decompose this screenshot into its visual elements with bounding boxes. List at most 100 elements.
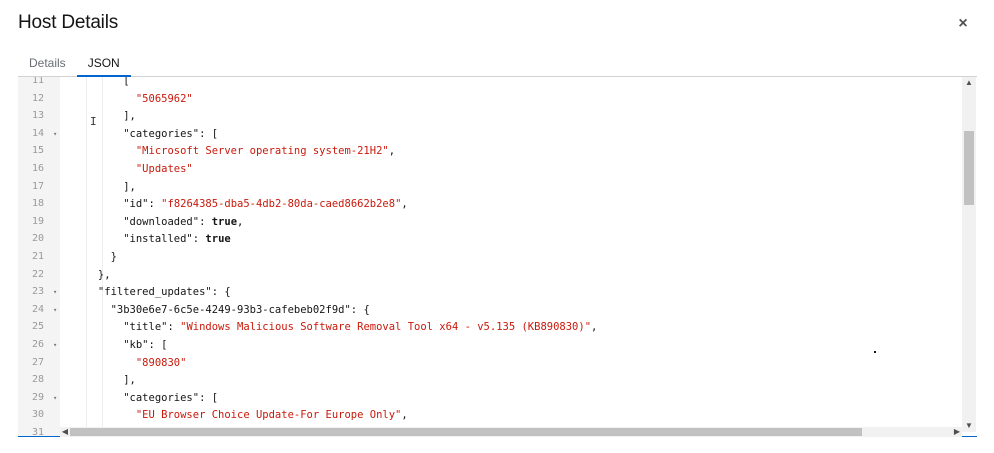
code-line: "title": "Windows Malicious Software Rem… bbox=[60, 318, 965, 336]
code-line: "filtered_updates": { bbox=[60, 283, 965, 301]
line-number: 11 bbox=[32, 77, 45, 86]
fold-toggle-icon[interactable]: ▾ bbox=[53, 389, 57, 407]
code-line: [ bbox=[60, 77, 965, 90]
punctuation-token: : bbox=[199, 215, 212, 228]
line-number: 29 ▾ bbox=[18, 389, 60, 407]
scroll-right-icon[interactable]: ▶ bbox=[952, 427, 962, 437]
key-token: "categories" bbox=[60, 391, 200, 404]
fold-toggle-icon[interactable]: ▾ bbox=[53, 336, 57, 354]
code-line: "installed": true bbox=[60, 230, 965, 248]
punctuation-token: : bbox=[167, 321, 181, 334]
string-token: "890830" bbox=[60, 356, 187, 369]
code-line: "3b30e6e7-6c5e-4249-93b3-cafebeb02f9d": … bbox=[60, 301, 965, 319]
fold-toggle-icon[interactable]: ▾ bbox=[53, 283, 57, 301]
line-number: 23 ▾ bbox=[18, 283, 60, 301]
punctuation-token: , bbox=[237, 215, 244, 228]
string-token: "EU Browser Choice Update-For Europe Onl… bbox=[60, 409, 402, 422]
line-number: 12 bbox=[32, 92, 45, 104]
code-line: "kb": [ bbox=[60, 336, 965, 354]
punctuation-token: : bbox=[192, 233, 206, 246]
punctuation-token: ], bbox=[60, 374, 136, 387]
code-line: "categories": [ bbox=[60, 389, 965, 407]
punctuation-token: ], bbox=[60, 110, 136, 123]
key-token: "3b30e6e7-6c5e-4249-93b3-cafebeb02f9d" bbox=[60, 303, 351, 316]
key-token: "installed" bbox=[60, 233, 193, 246]
scroll-up-icon[interactable]: ▲ bbox=[962, 77, 976, 89]
line-number: 31 bbox=[32, 427, 45, 437]
line-number: 26 ▾ bbox=[18, 336, 60, 354]
key-token: "kb" bbox=[60, 339, 149, 351]
code-line: ], bbox=[60, 107, 965, 125]
punctuation-token: : { bbox=[350, 303, 370, 316]
horizontal-scrollbar[interactable]: ◀ ▶ bbox=[60, 427, 962, 437]
text-cursor-icon: I bbox=[90, 115, 97, 128]
line-number: 30 bbox=[32, 409, 45, 421]
string-token: "5065962" bbox=[60, 92, 193, 105]
punctuation-token: : [ bbox=[199, 391, 219, 404]
line-number: 19 bbox=[32, 215, 45, 227]
line-number: 16 bbox=[32, 163, 45, 174]
tab-json[interactable]: JSON bbox=[76, 52, 131, 78]
punctuation-token: : [ bbox=[199, 127, 219, 140]
code-line: "5065962" bbox=[60, 90, 965, 108]
tab-bar: Details JSON bbox=[18, 52, 977, 78]
vertical-scroll-thumb[interactable] bbox=[964, 131, 974, 205]
punctuation-token: , bbox=[401, 198, 408, 211]
code-line: ], bbox=[60, 371, 965, 389]
stray-dot bbox=[874, 351, 876, 353]
code-content[interactable]: [ "5065962" ], "categories": [ "Microsof… bbox=[60, 77, 965, 436]
string-token: "Microsoft Server operating system-21H2" bbox=[60, 145, 389, 158]
line-number: 15 bbox=[32, 145, 45, 157]
boolean-token: true bbox=[205, 233, 231, 246]
key-token: "filtered_updates" bbox=[60, 286, 212, 299]
punctuation-token: : [ bbox=[148, 339, 168, 351]
line-number: 21 bbox=[32, 251, 45, 262]
line-number: 20 bbox=[32, 233, 45, 245]
key-token: "id" bbox=[60, 198, 149, 211]
json-code-editor[interactable]: 11 12 13 14 ▾ 15 16 17 18 19 20 21 22 23 ▾ 24 ▾ 25 26 ▾ 27 28… bbox=[18, 77, 977, 437]
punctuation-token: : bbox=[148, 198, 162, 211]
punctuation-token: ], bbox=[60, 180, 136, 193]
line-number: 24 ▾ bbox=[18, 301, 60, 319]
string-token: "f8264385-dba5-4db2-80da-caed8662b2e8" bbox=[161, 198, 402, 211]
punctuation-token: , bbox=[388, 145, 396, 158]
code-line: "Updates" bbox=[60, 160, 965, 178]
boolean-token: true bbox=[211, 215, 238, 228]
punctuation-token: : { bbox=[211, 286, 231, 299]
code-line: ], bbox=[60, 178, 965, 196]
vertical-scrollbar[interactable]: ▲ ▼ bbox=[962, 77, 976, 432]
fold-toggle-icon[interactable]: ▾ bbox=[53, 301, 57, 319]
punctuation-token: }, bbox=[60, 268, 111, 281]
line-number: 18 bbox=[32, 198, 45, 210]
tab-details[interactable]: Details bbox=[18, 52, 77, 77]
line-number: 25 bbox=[32, 321, 45, 333]
key-token: "title" bbox=[60, 321, 168, 334]
scroll-left-icon[interactable]: ◀ bbox=[60, 427, 70, 437]
string-token: "Updates" bbox=[60, 163, 193, 175]
code-line: "890830" bbox=[60, 354, 965, 372]
line-number: 28 bbox=[32, 374, 45, 386]
punctuation-token: [ bbox=[60, 77, 130, 87]
code-line: "EU Browser Choice Update-For Europe Onl… bbox=[60, 406, 965, 424]
code-line: }, bbox=[60, 266, 965, 284]
key-token: "categories" bbox=[60, 127, 200, 140]
code-line: "downloaded": true, bbox=[60, 213, 965, 231]
scroll-down-icon[interactable]: ▼ bbox=[962, 420, 976, 432]
string-token: "Windows Malicious Software Removal Tool… bbox=[180, 321, 592, 334]
line-number-gutter: 11 12 13 14 ▾ 15 16 17 18 19 20 21 22 23 ▾ 24 ▾ 25 26 ▾ 27 28… bbox=[18, 77, 60, 437]
close-icon[interactable]: × bbox=[954, 15, 972, 33]
punctuation-token: , bbox=[401, 409, 408, 422]
line-number: 14 ▾ bbox=[18, 125, 60, 143]
punctuation-token: } bbox=[60, 251, 117, 263]
code-line: } bbox=[60, 248, 965, 266]
line-number: 13 bbox=[32, 110, 45, 122]
punctuation-token: , bbox=[591, 321, 598, 334]
line-number: 27 bbox=[32, 356, 45, 368]
code-line: "id": "f8264385-dba5-4db2-80da-caed8662b… bbox=[60, 195, 965, 213]
key-token: "downloaded" bbox=[60, 215, 200, 228]
horizontal-scroll-thumb[interactable] bbox=[70, 428, 862, 436]
line-number: 17 bbox=[32, 180, 45, 192]
fold-toggle-icon[interactable]: ▾ bbox=[53, 125, 57, 143]
code-line: "Microsoft Server operating system-21H2"… bbox=[60, 142, 965, 160]
line-number: 22 bbox=[32, 268, 45, 280]
